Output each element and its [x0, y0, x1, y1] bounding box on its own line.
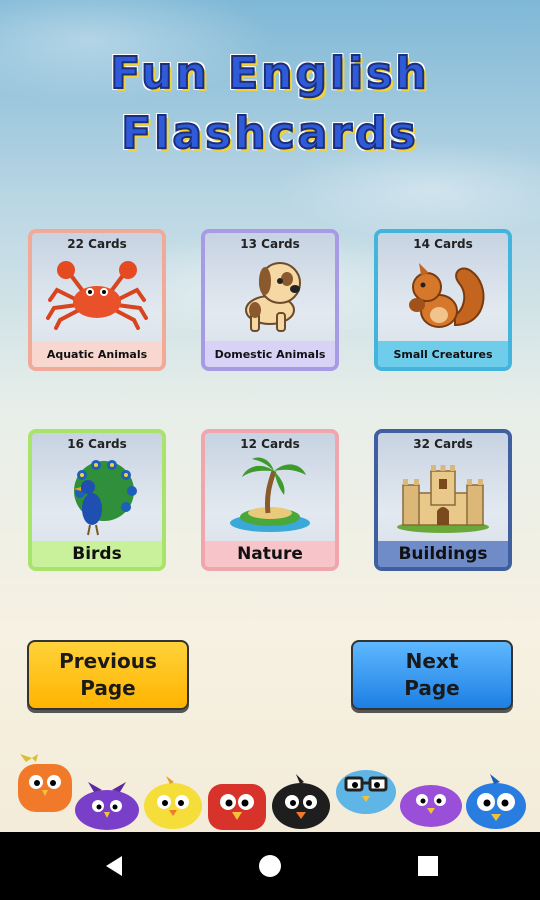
category-card-nature[interactable]: 12 Cards Nature	[201, 429, 339, 571]
castle-icon	[378, 455, 508, 535]
app-title-line1: Fun English	[109, 47, 430, 100]
card-body: 32 Cards Buildings	[378, 433, 508, 567]
peacock-icon	[32, 455, 162, 536]
card-count: 16 Cards	[67, 437, 127, 451]
card-label: Nature	[205, 541, 335, 567]
next-label-line1: Next	[405, 649, 459, 673]
card-count: 13 Cards	[240, 237, 300, 251]
blue-bird-icon	[466, 774, 526, 829]
orange-bird-icon	[18, 754, 72, 812]
category-card-birds[interactable]: 16 Cards Birds	[28, 429, 166, 571]
decorative-birds-row	[0, 748, 540, 832]
next-page-button[interactable]: Next Page	[351, 640, 513, 710]
card-label: Birds	[32, 541, 162, 567]
card-body: 14 Cards Small Creatures	[378, 233, 508, 367]
category-card-buildings[interactable]: 32 Cards Buildings	[374, 429, 512, 571]
card-label: Small Creatures	[378, 341, 508, 367]
card-count: 12 Cards	[240, 437, 300, 451]
card-body: 12 Cards Nature	[205, 433, 335, 567]
palm-island-icon	[205, 455, 335, 535]
category-card-aquatic-animals[interactable]: 22 Cards Aquatic Animals	[28, 229, 166, 371]
puppy-icon	[205, 255, 335, 335]
next-label-line2: Page	[404, 676, 460, 700]
system-navigation-bar	[0, 832, 540, 900]
recents-icon[interactable]	[418, 856, 438, 876]
home-icon[interactable]	[258, 854, 282, 878]
purple-bird-icon	[400, 785, 462, 827]
yellow-bird-icon	[144, 776, 202, 829]
card-body: 22 Cards Aquatic Animals	[32, 233, 162, 367]
previous-label-line1: Previous	[59, 649, 157, 673]
red-bird-icon	[208, 784, 266, 830]
blue-bird-glasses-icon	[336, 770, 396, 814]
card-label: Buildings	[378, 541, 508, 567]
card-body: 16 Cards Birds	[32, 433, 162, 567]
card-count: 14 Cards	[413, 237, 473, 251]
purple-bird-icon	[75, 782, 139, 830]
card-count: 32 Cards	[413, 437, 473, 451]
category-card-domestic-animals[interactable]: 13 Cards Domestic Animals	[201, 229, 339, 371]
previous-label-line2: Page	[80, 676, 136, 700]
app-title-line2: Flashcards	[120, 107, 419, 160]
category-card-small-creatures[interactable]: 14 Cards Small Creatures	[374, 229, 512, 371]
previous-page-button[interactable]: Previous Page	[27, 640, 189, 710]
card-count: 22 Cards	[67, 237, 127, 251]
back-icon[interactable]	[102, 854, 126, 878]
black-bird-icon	[272, 774, 330, 829]
card-label: Domestic Animals	[205, 341, 335, 367]
card-label: Aquatic Animals	[32, 341, 162, 367]
squirrel-icon	[378, 255, 508, 335]
crab-icon	[32, 255, 162, 335]
card-body: 13 Cards Domestic Animals	[205, 233, 335, 367]
